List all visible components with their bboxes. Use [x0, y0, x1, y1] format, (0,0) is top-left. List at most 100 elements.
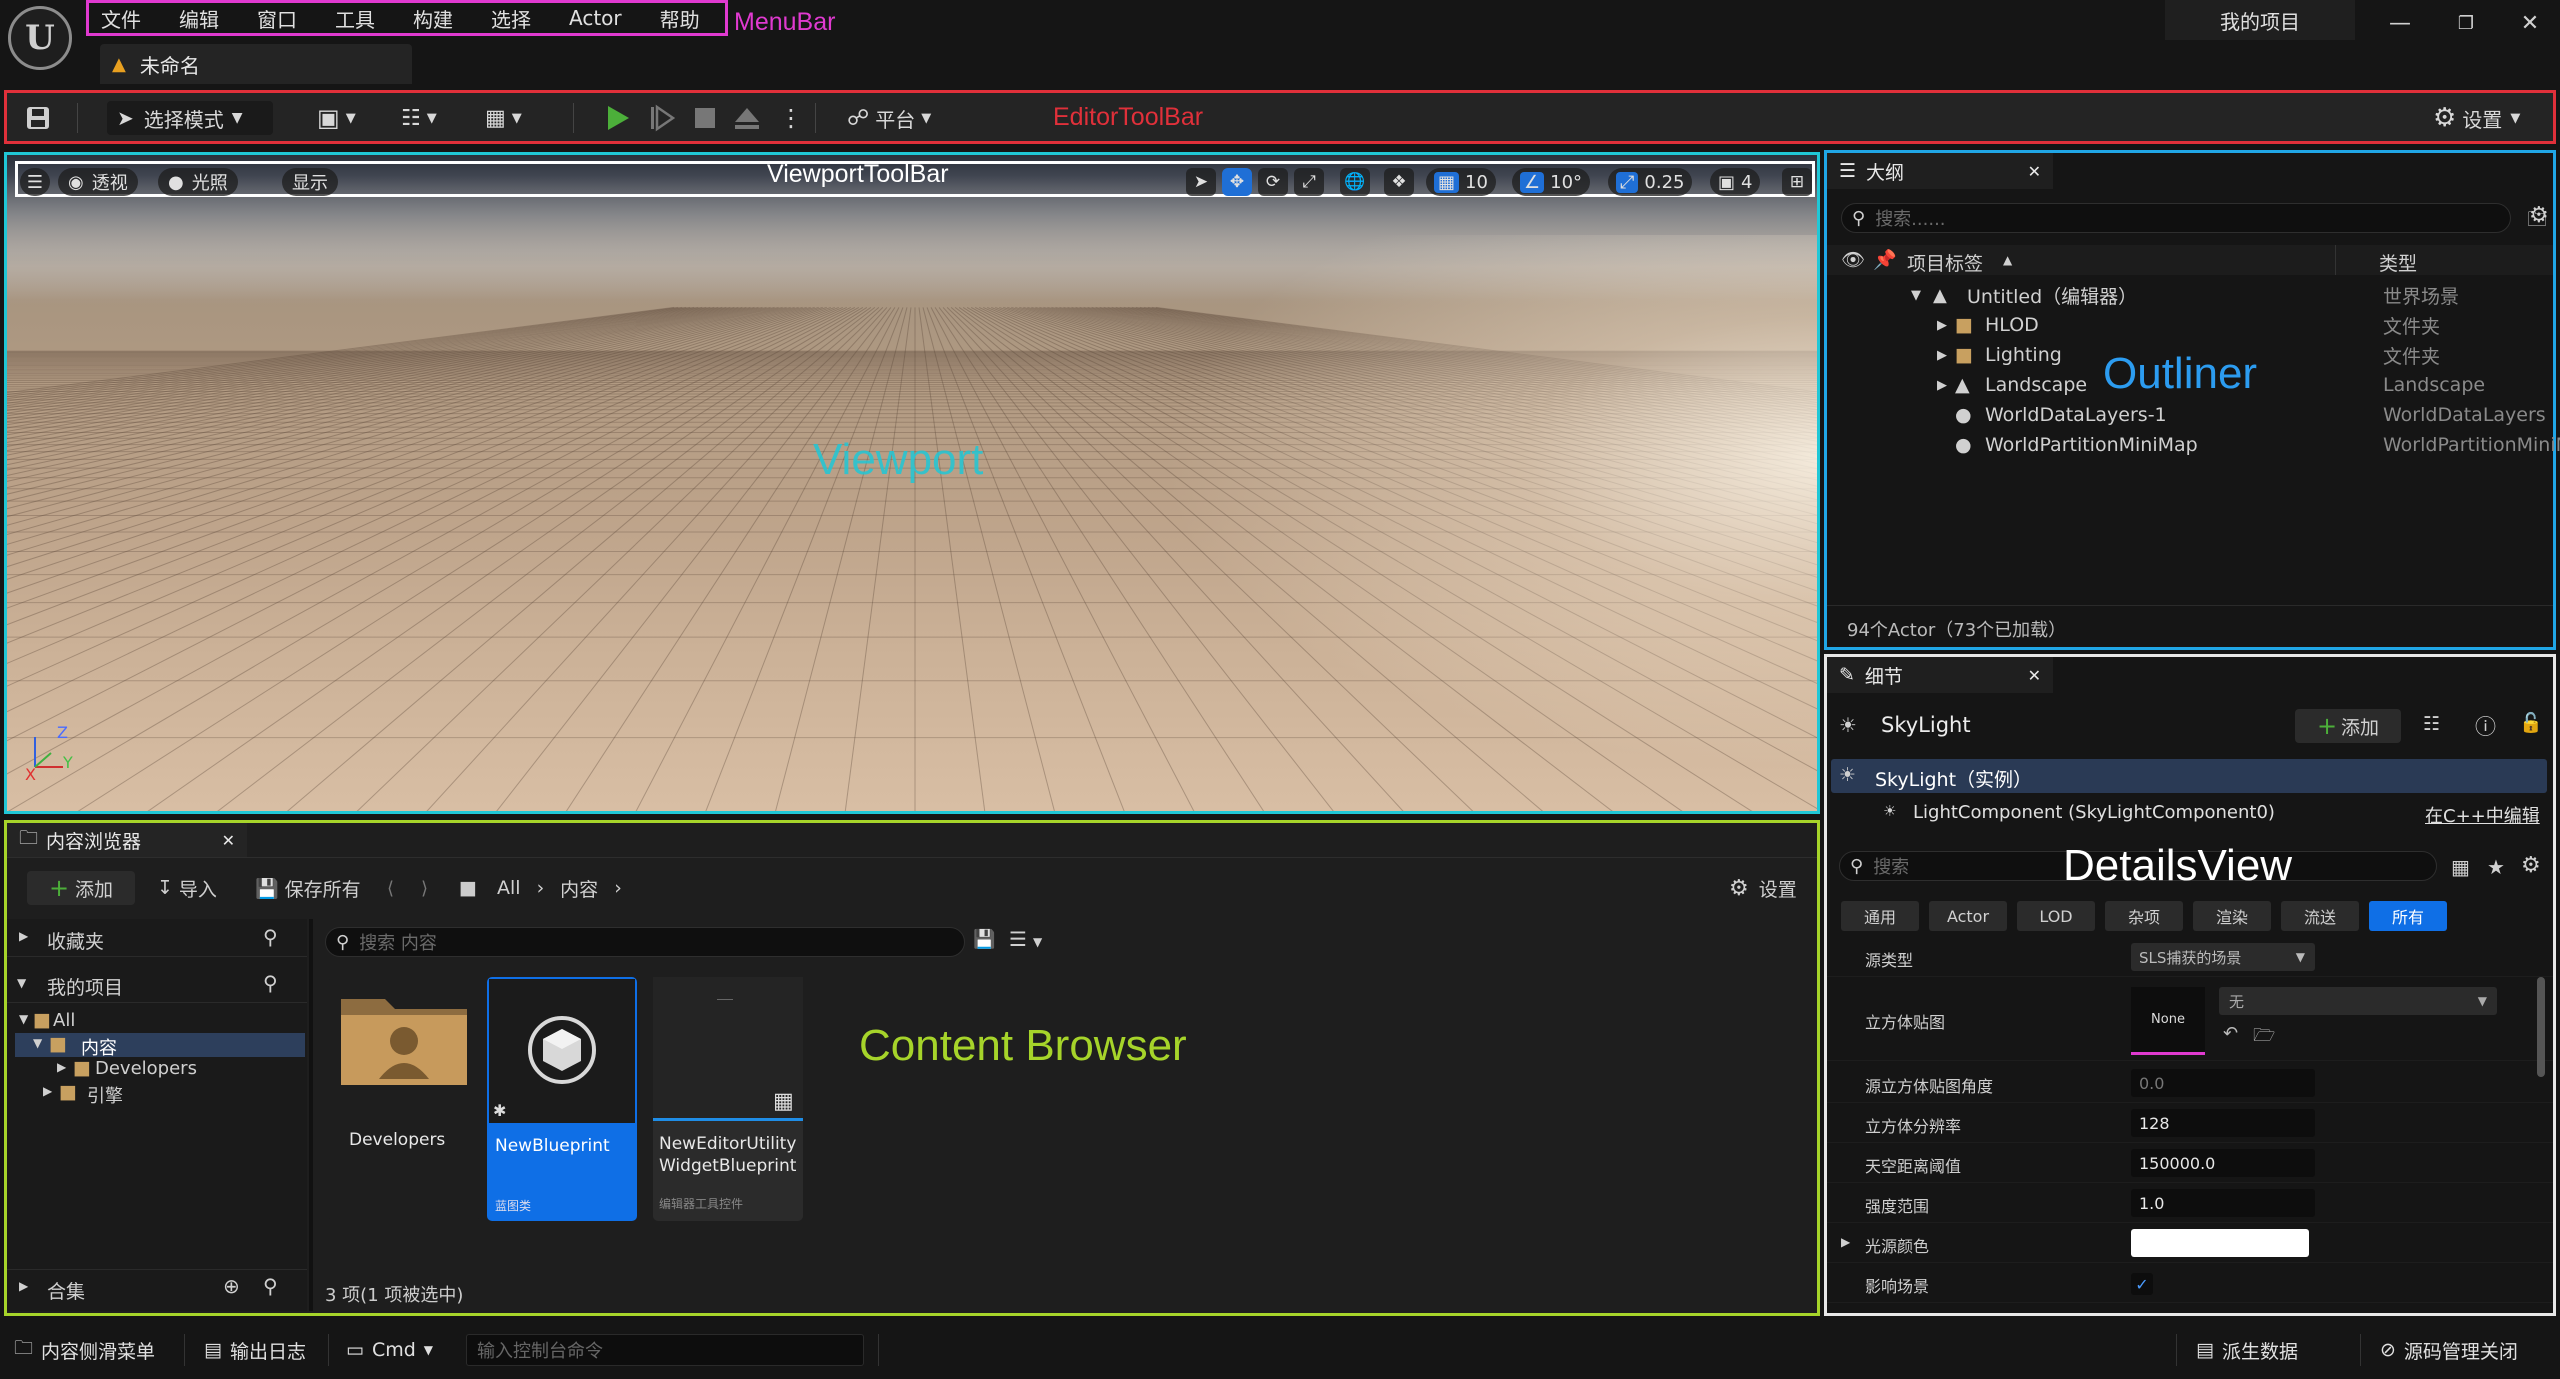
tree-item-all[interactable]: ▼ ■ All — [15, 1009, 305, 1033]
details-tab[interactable]: ✎ 细节 ✕ — [1827, 657, 2053, 693]
content-settings-button[interactable]: ⚙ 设置 — [1729, 873, 1797, 903]
settings-dropdown[interactable]: ⚙ 设置 ▼ — [2433, 101, 2520, 135]
close-window-button[interactable]: ✕ — [2500, 0, 2560, 46]
close-icon[interactable]: ✕ — [222, 831, 235, 850]
menu-build[interactable]: 构建 — [413, 4, 453, 33]
lit-mode-button[interactable]: ● 光照 — [158, 168, 238, 196]
category-streaming[interactable]: 流送 — [2281, 901, 2359, 931]
cubemap-angle-input[interactable]: 0.0 — [2131, 1069, 2315, 1097]
content-browser-tab[interactable]: 🗀 内容浏览器 ✕ — [7, 823, 247, 857]
rotate-tool-icon[interactable]: ⟳ — [1258, 168, 1288, 196]
gear-icon[interactable]: ⚙ — [2521, 853, 2541, 878]
viewport[interactable]: ☰ ◉ 透视 ● 光照 显示 ➤ ✥ ⟳ ⤢ 🌐 ❖ ▦ 10 ∠ 10° ⤢ 0.25 … — [4, 152, 1820, 814]
outliner-search-input[interactable]: ⚲ 搜索...... — [1841, 203, 2511, 233]
camera-speed-button[interactable]: ▣ 4 — [1710, 168, 1761, 196]
level-tab[interactable]: ▲ 未命名 — [100, 44, 412, 84]
close-icon[interactable]: ✕ — [2028, 666, 2041, 685]
rotate-snap-toggle[interactable]: ∠ 10° — [1512, 168, 1591, 196]
tree-row-datalayers[interactable]: ● WorldDataLayers-1 WorldDataLayers — [1827, 400, 2553, 430]
save-all-button[interactable]: 💾 保存所有 — [255, 873, 361, 903]
perspective-button[interactable]: ◉ 透视 — [58, 168, 138, 196]
stop-button[interactable] — [693, 101, 717, 135]
save-search-icon[interactable]: 💾 — [973, 929, 995, 950]
project-section[interactable]: ▼ 我的项目 ⚲ — [7, 967, 307, 1003]
menu-actor[interactable]: Actor — [569, 6, 622, 30]
asset-tile-widgetblueprint[interactable]: ▦ NewEditorUtility WidgetBlueprint 编辑器工具… — [653, 977, 803, 1221]
col-item-label[interactable]: 项目标签 — [1907, 249, 1983, 276]
blueprint-button[interactable]: ☷ ▼ — [401, 101, 437, 135]
cinematics-button[interactable]: ▦ ▼ — [485, 101, 522, 135]
search-icon[interactable]: ⚲ — [263, 971, 278, 995]
console-input[interactable]: 输入控制台命令 — [466, 1334, 864, 1366]
lock-icon[interactable]: 🔓 — [2519, 711, 2543, 734]
project-name[interactable]: 我的项目 — [2165, 0, 2355, 40]
visibility-icon[interactable]: 👁 — [1841, 248, 1865, 271]
select-mode-dropdown[interactable]: ➤ 选择模式 ▼ — [107, 101, 273, 135]
pin-icon[interactable]: 📌 — [1873, 248, 1897, 271]
tree-row-hlod[interactable]: ▶ ■ HLOD 文件夹 — [1827, 310, 2553, 340]
cubemap-asset-dropdown[interactable]: 无 ▼ — [2219, 987, 2497, 1015]
help-icon[interactable]: ⓘ — [2475, 711, 2496, 741]
output-log-button[interactable]: ▤ 输出日志 — [204, 1332, 306, 1368]
unreal-logo-icon[interactable]: U — [8, 6, 72, 70]
source-control-button[interactable]: ⊘ 源码管理关闭 — [2380, 1332, 2518, 1368]
maximize-viewport-icon[interactable]: ⊞ — [1782, 168, 1812, 196]
category-rendering[interactable]: 渲染 — [2193, 901, 2271, 931]
viewport-menu-button[interactable]: ☰ — [20, 168, 50, 196]
add-collection-icon[interactable]: ⊕ — [223, 1274, 240, 1298]
save-icon[interactable] — [25, 101, 51, 135]
eject-button[interactable] — [733, 101, 761, 135]
breadcrumb-content[interactable]: 内容 — [560, 875, 598, 902]
scale-snap-toggle[interactable]: ⤢ 0.25 — [1608, 168, 1693, 196]
show-button[interactable]: 显示 — [282, 168, 338, 196]
scale-tool-icon[interactable]: ⤢ — [1294, 168, 1324, 196]
surface-snap-icon[interactable]: ❖ — [1384, 168, 1414, 196]
menu-file[interactable]: 文件 — [101, 4, 141, 33]
intensity-input[interactable]: 1.0 — [2131, 1189, 2315, 1217]
advance-frame-button[interactable] — [649, 101, 675, 135]
splitter[interactable] — [309, 919, 313, 1311]
content-drawer-button[interactable]: 🗀 内容侧滑菜单 — [14, 1332, 155, 1368]
details-scrollbar[interactable] — [2537, 977, 2545, 1077]
light-color-swatch[interactable] — [2131, 1229, 2309, 1257]
source-type-dropdown[interactable]: SLS捕获的场景 ▼ — [2131, 943, 2315, 971]
content-search-input[interactable]: ⚲ 搜索 内容 — [325, 927, 965, 957]
import-button[interactable]: ↧ 导入 — [157, 873, 217, 903]
category-actor[interactable]: Actor — [1929, 901, 2007, 931]
search-icon[interactable]: ⚲ — [263, 925, 278, 949]
menu-select[interactable]: 选择 — [491, 4, 531, 33]
add-actor-button[interactable]: ▣ ▼ — [317, 101, 356, 135]
menu-edit[interactable]: 编辑 — [179, 4, 219, 33]
translate-tool-icon[interactable]: ✥ — [1222, 168, 1252, 196]
use-asset-icon[interactable]: ↶ — [2223, 1023, 2238, 1044]
cmd-dropdown[interactable]: ▭ Cmd ▼ — [346, 1332, 433, 1368]
table-view-icon[interactable]: ▦ — [2451, 855, 2470, 879]
derived-data-button[interactable]: ▤ 派生数据 — [2196, 1332, 2298, 1368]
star-icon[interactable]: ★ — [2487, 855, 2505, 879]
sky-distance-input[interactable]: 150000.0 — [2131, 1149, 2315, 1177]
back-button[interactable]: ⟨ — [387, 873, 394, 903]
col-type-label[interactable]: 类型 — [2379, 249, 2417, 276]
add-button[interactable]: + 添加 — [27, 871, 135, 905]
menu-help[interactable]: 帮助 — [660, 4, 700, 33]
component-root-row[interactable]: ☀ SkyLight（实例） — [1831, 759, 2547, 793]
platforms-dropdown[interactable]: ☍ 平台 ▼ — [847, 101, 931, 135]
menu-tools[interactable]: 工具 — [335, 4, 375, 33]
gear-icon[interactable]: ⚙ — [2529, 203, 2549, 228]
menu-window[interactable]: 窗口 — [257, 4, 297, 33]
breadcrumb-all[interactable]: All — [497, 877, 521, 899]
category-general[interactable]: 通用 — [1841, 901, 1919, 931]
cubemap-thumbnail[interactable]: None — [2131, 987, 2205, 1055]
filter-icon[interactable]: ☰ ▼ — [1009, 927, 1042, 951]
world-space-icon[interactable]: 🌐 — [1340, 168, 1370, 196]
collections-section[interactable]: ▶ 合集 ⊕ ⚲ — [7, 1269, 307, 1305]
restore-button[interactable]: ❐ — [2436, 0, 2496, 46]
category-misc[interactable]: 杂项 — [2105, 901, 2183, 931]
component-row[interactable]: ☀ LightComponent (SkyLightComponent0) 在C… — [1827, 797, 2553, 831]
forward-button[interactable]: ⟩ — [421, 873, 428, 903]
outliner-tab[interactable]: ☰ 大纲 ✕ — [1827, 153, 2053, 189]
affects-world-checkbox[interactable]: ✓ — [2131, 1273, 2153, 1295]
category-all[interactable]: 所有 — [2369, 901, 2447, 931]
tree-item-engine[interactable]: ▶ ■ 引擎 — [15, 1081, 305, 1107]
asset-tile-newblueprint[interactable]: ✱ NewBlueprint 蓝图类 — [487, 977, 637, 1221]
